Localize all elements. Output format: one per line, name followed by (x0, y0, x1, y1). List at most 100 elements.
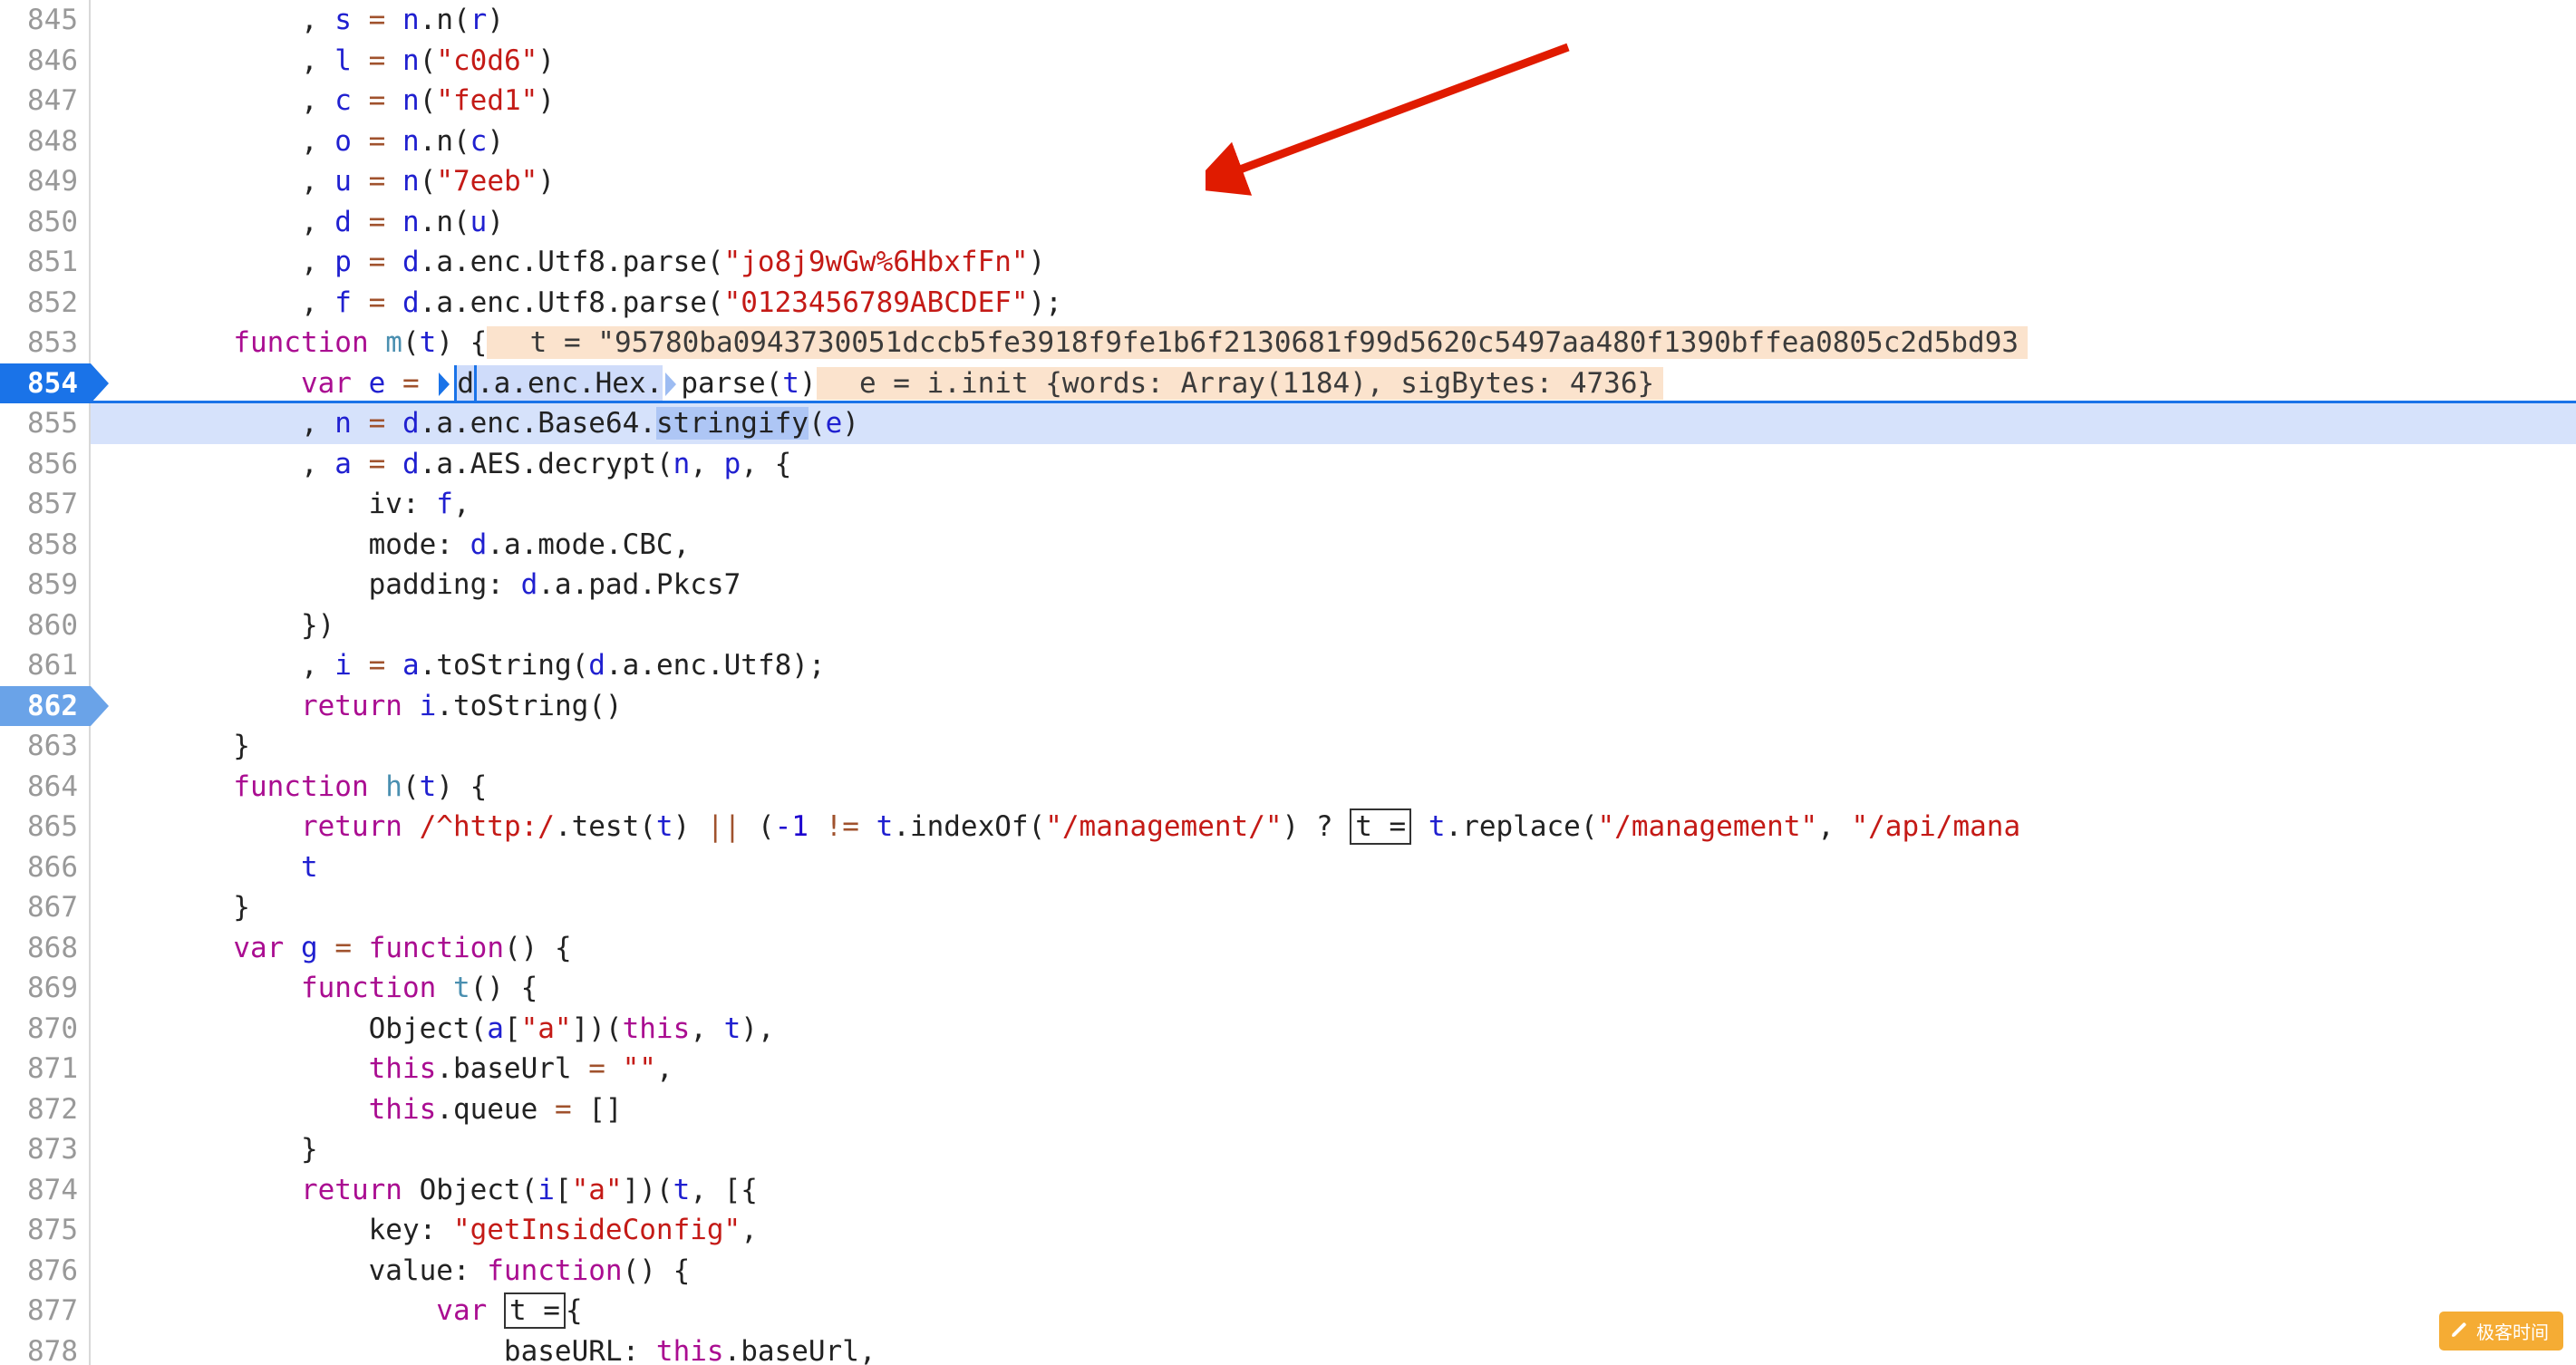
code-text[interactable]: , l = n("c0d6") (91, 41, 2576, 82)
source-code-editor[interactable]: 845 , s = n.n(r) 846 , l = n("c0d6") 847 ,… (0, 0, 2576, 1365)
line-number[interactable]: 849 (0, 161, 91, 202)
code-text[interactable]: iv: f, (91, 484, 2576, 525)
code-line[interactable]: 866 t (0, 847, 2576, 888)
code-line[interactable]: 855 , n = d.a.enc.Base64.stringify(e) (0, 403, 2576, 444)
code-line[interactable]: 853 function m(t) { t = "95780ba09437300… (0, 323, 2576, 363)
line-number[interactable]: 864 (0, 767, 91, 808)
code-line[interactable]: 872 this.queue = [] (0, 1089, 2576, 1130)
line-number[interactable]: 865 (0, 807, 91, 847)
code-line[interactable]: 850 , d = n.n(u) (0, 202, 2576, 243)
code-line[interactable]: 858 mode: d.a.mode.CBC, (0, 525, 2576, 566)
line-number[interactable]: 877 (0, 1291, 91, 1331)
code-text[interactable]: Object(a["a"])(this, t), (91, 1009, 2576, 1050)
line-number[interactable]: 871 (0, 1049, 91, 1089)
code-text[interactable]: , n = d.a.enc.Base64.stringify(e) (91, 403, 2576, 444)
inline-editable-token[interactable]: t = (1350, 808, 1412, 845)
line-number[interactable]: 876 (0, 1251, 91, 1292)
code-text[interactable]: , a = d.a.AES.decrypt(n, p, { (91, 444, 2576, 485)
code-line[interactable]: 847 , c = n("fed1") (0, 81, 2576, 121)
code-text[interactable]: value: function() { (91, 1251, 2576, 1292)
code-line[interactable]: 862 return i.toString() (0, 685, 2576, 727)
code-text[interactable]: , c = n("fed1") (91, 81, 2576, 121)
code-text[interactable]: }) (91, 605, 2576, 646)
code-text[interactable]: var e = d.a.enc.Hex. parse(t) e = i.init … (91, 363, 2576, 403)
line-number[interactable]: 856 (0, 444, 91, 485)
line-number[interactable]: 874 (0, 1170, 91, 1211)
code-line[interactable]: 863 } (0, 726, 2576, 767)
line-number[interactable]: 875 (0, 1210, 91, 1251)
code-text[interactable]: } (91, 887, 2576, 928)
code-text[interactable]: this.baseUrl = "", (91, 1049, 2576, 1089)
code-line[interactable]: 878 baseURL: this.baseUrl, (0, 1331, 2576, 1365)
line-number[interactable]: 851 (0, 242, 91, 283)
code-text[interactable]: , o = n.n(c) (91, 121, 2576, 162)
line-number[interactable]: 848 (0, 121, 91, 162)
code-text[interactable]: , i = a.toString(d.a.enc.Utf8); (91, 645, 2576, 686)
code-line[interactable]: 860 }) (0, 605, 2576, 646)
code-text[interactable]: var t ={ (91, 1291, 2576, 1331)
code-line[interactable]: 861 , i = a.toString(d.a.enc.Utf8); (0, 645, 2576, 686)
code-line[interactable]: 868 var g = function() { (0, 928, 2576, 969)
code-text[interactable]: function t() { (91, 968, 2576, 1009)
code-text[interactable]: return /^http:/.test(t) || (-1 != t.inde… (91, 807, 2576, 847)
line-number[interactable]: 867 (0, 887, 91, 928)
line-number[interactable]: 846 (0, 41, 91, 82)
code-line[interactable]: 877 var t ={ (0, 1291, 2576, 1331)
code-line[interactable]: 846 , l = n("c0d6") (0, 41, 2576, 82)
code-line[interactable]: 870 Object(a["a"])(this, t), (0, 1009, 2576, 1050)
inline-editable-token[interactable]: t = (503, 1292, 566, 1329)
code-text[interactable]: return i.toString() (91, 686, 2576, 727)
step-into-chevron-icon[interactable] (663, 371, 680, 398)
code-text[interactable]: key: "getInsideConfig", (91, 1210, 2576, 1251)
code-text[interactable]: , u = n("7eeb") (91, 161, 2576, 202)
line-number[interactable]: 861 (0, 645, 91, 686)
code-text[interactable]: } (91, 1129, 2576, 1170)
code-text[interactable]: function m(t) { t = "95780ba0943730051dc… (91, 323, 2576, 363)
code-line[interactable]: 876 value: function() { (0, 1251, 2576, 1292)
line-number[interactable]: 870 (0, 1009, 91, 1050)
code-line[interactable]: 874 return Object(i["a"])(t, [{ (0, 1170, 2576, 1211)
code-text[interactable]: } (91, 726, 2576, 767)
code-text[interactable]: t (91, 847, 2576, 888)
line-number[interactable]: 859 (0, 565, 91, 605)
line-number[interactable]: 857 (0, 484, 91, 525)
line-number[interactable]: 853 (0, 323, 91, 363)
line-number[interactable]: 878 (0, 1331, 91, 1365)
code-line[interactable]: 859 padding: d.a.pad.Pkcs7 (0, 565, 2576, 605)
code-line[interactable]: 871 this.baseUrl = "", (0, 1049, 2576, 1089)
line-number[interactable]: 850 (0, 202, 91, 243)
code-line[interactable]: 856 , a = d.a.AES.decrypt(n, p, { (0, 444, 2576, 485)
line-number[interactable]: 845 (0, 0, 91, 41)
code-text[interactable]: , d = n.n(u) (91, 202, 2576, 243)
line-number[interactable]: 855 (0, 403, 91, 444)
line-number[interactable]: 872 (0, 1089, 91, 1130)
code-text[interactable]: baseURL: this.baseUrl, (91, 1331, 2576, 1365)
code-line[interactable]: 845 , s = n.n(r) (0, 0, 2576, 41)
line-number[interactable]: 862 (0, 685, 109, 726)
code-text[interactable]: function h(t) { (91, 767, 2576, 808)
code-line[interactable]: 857 iv: f, (0, 484, 2576, 525)
code-text[interactable]: mode: d.a.mode.CBC, (91, 525, 2576, 566)
code-line[interactable]: 848 , o = n.n(c) (0, 121, 2576, 162)
line-number[interactable]: 852 (0, 283, 91, 324)
line-number[interactable]: 866 (0, 847, 91, 888)
code-line[interactable]: 869 function t() { (0, 968, 2576, 1009)
code-line[interactable]: 851 , p = d.a.enc.Utf8.parse("jo8j9wGw%6… (0, 242, 2576, 283)
line-number[interactable]: 847 (0, 81, 91, 121)
code-text[interactable]: padding: d.a.pad.Pkcs7 (91, 565, 2576, 605)
code-line[interactable]: 875 key: "getInsideConfig", (0, 1210, 2576, 1251)
line-number[interactable]: 863 (0, 726, 91, 767)
code-content-area[interactable]: 845 , s = n.n(r) 846 , l = n("c0d6") 847 ,… (0, 0, 2576, 1365)
line-number[interactable]: 860 (0, 605, 91, 646)
line-number[interactable]: 858 (0, 525, 91, 566)
line-number[interactable]: 868 (0, 928, 91, 969)
code-text[interactable]: , f = d.a.enc.Utf8.parse("0123456789ABCD… (91, 283, 2576, 324)
code-text[interactable]: return Object(i["a"])(t, [{ (91, 1170, 2576, 1211)
code-text[interactable]: this.queue = [] (91, 1089, 2576, 1130)
code-text[interactable]: , s = n.n(r) (91, 0, 2576, 41)
code-line[interactable]: 867 } (0, 887, 2576, 928)
code-line[interactable]: 865 return /^http:/.test(t) || (-1 != t.… (0, 807, 2576, 847)
code-text[interactable]: var g = function() { (91, 928, 2576, 969)
code-line[interactable]: 854 var e = d.a.enc.Hex. parse(t) e = i.i… (0, 363, 2576, 403)
line-number[interactable]: 854 (0, 363, 109, 403)
